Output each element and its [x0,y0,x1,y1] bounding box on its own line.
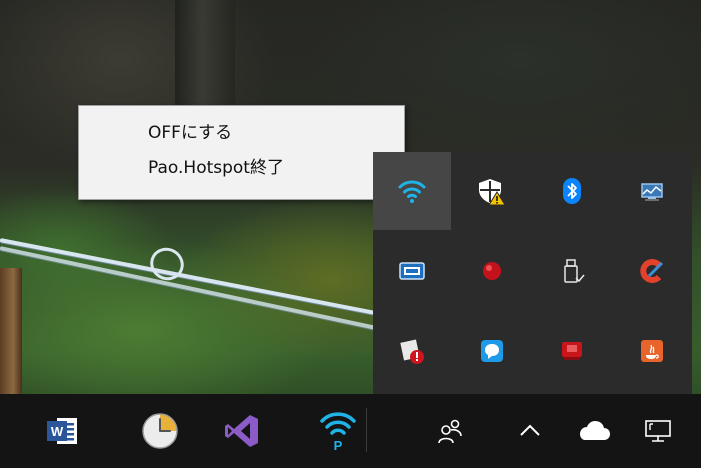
context-menu: OFFにする Pao.Hotspot終了 [78,105,405,200]
security-app-alert-icon[interactable] [373,312,451,390]
taskbar: W P [0,394,701,468]
windows-security-warning-icon[interactable] [453,152,531,230]
clock-app-icon[interactable] [135,394,185,468]
word-icon[interactable]: W [38,394,88,468]
card-reader-icon[interactable] [373,232,451,310]
wallpaper-fence-post [0,268,22,398]
usb-drive-icon[interactable] [533,232,611,310]
visual-studio-icon[interactable] [217,394,267,468]
menu-item-turn-off[interactable]: OFFにする [79,116,404,151]
pao-hotspot-icon[interactable]: P [313,394,363,468]
tray-overflow-flyout [373,152,692,394]
onedrive-cloud-icon[interactable] [572,394,616,468]
red-ball-icon[interactable] [453,232,531,310]
network-desktop-icon[interactable] [636,394,680,468]
show-hidden-icons-chevron[interactable] [512,394,548,468]
wifi-hotspot-icon[interactable] [373,152,451,230]
ccleaner-icon[interactable] [613,232,691,310]
wallpaper-barbed-wire [0,246,387,333]
taskbar-divider [366,408,367,452]
java-update-icon[interactable] [613,312,691,390]
red-app-icon[interactable] [533,312,611,390]
people-icon[interactable] [430,394,470,468]
wallpaper-barbed-wire [0,238,389,318]
network-monitor-icon[interactable] [613,152,691,230]
word-icon-letter: W [51,424,64,439]
chat-bubble-icon[interactable] [453,312,531,390]
menu-item-exit-pao-hotspot[interactable]: Pao.Hotspot終了 [79,151,404,186]
pao-hotspot-letter: P [334,438,343,453]
bluetooth-icon[interactable] [533,152,611,230]
